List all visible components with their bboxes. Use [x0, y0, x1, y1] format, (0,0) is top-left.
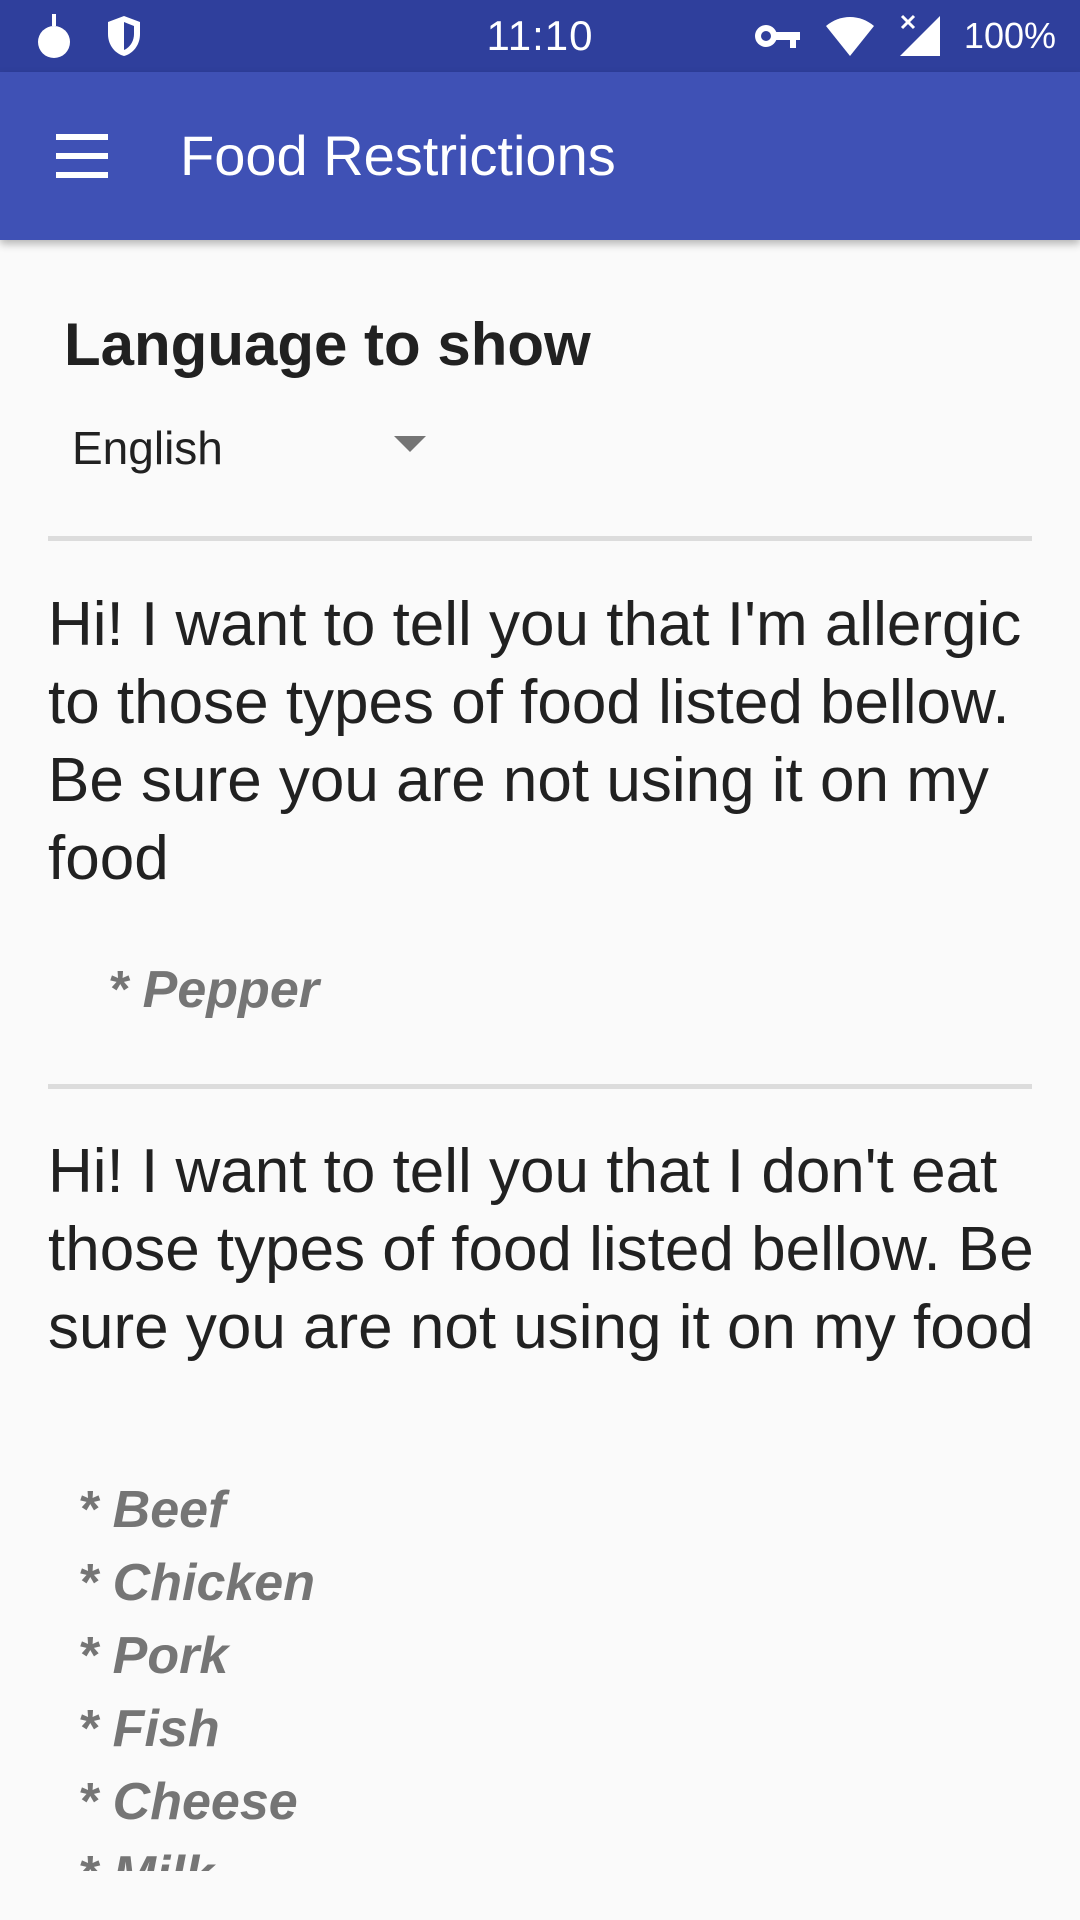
language-dropdown[interactable]: English [72, 410, 442, 486]
diet-item: * Pork [78, 1627, 229, 1685]
battery-level: 100% [963, 15, 1056, 56]
signal-icon [899, 14, 940, 56]
wifi-icon [825, 17, 874, 56]
hamburger-menu-icon[interactable] [52, 134, 112, 178]
diet-item: * Chicken [78, 1554, 315, 1612]
page-title: Food Restrictions [180, 124, 616, 187]
vpn-key-icon [754, 25, 800, 48]
allergy-item: * Pepper [108, 961, 319, 1019]
diet-item: * Beef [78, 1481, 226, 1539]
allergy-message: Hi! I want to tell you that I'm allergic… [48, 590, 1022, 893]
divider [48, 536, 1032, 541]
language-heading: Language to show [64, 311, 591, 378]
diet-item: * Cheese [78, 1773, 298, 1831]
clipped-list-area: * Milk [0, 1845, 1080, 1871]
status-bar: 11:10 100% [0, 0, 1080, 72]
diet-message: Hi! I want to tell you that I don't eat … [48, 1137, 1034, 1362]
diet-item: * Milk [78, 1845, 214, 1871]
app-bar: Food Restrictions [0, 72, 1080, 240]
dropdown-arrow-icon [394, 436, 426, 452]
divider [48, 1084, 1032, 1089]
language-selected-value: English [72, 422, 223, 474]
diet-item: * Fish [78, 1700, 220, 1758]
